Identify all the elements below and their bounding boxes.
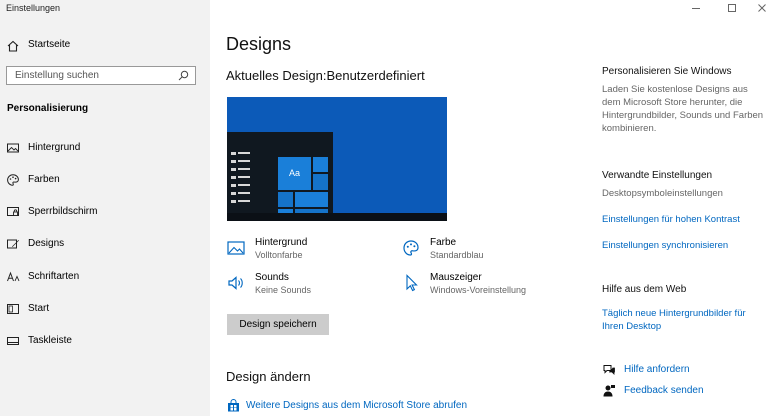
store-icon — [228, 399, 239, 412]
cursor-icon — [406, 274, 418, 292]
sidebar-item-hintergrund[interactable]: Hintergrund — [0, 137, 210, 159]
sidebar-item-label: Start — [28, 303, 50, 314]
setting-value: Standardblau — [430, 250, 484, 260]
image-icon — [7, 143, 19, 153]
search-input[interactable]: Einstellung suchen — [6, 66, 196, 85]
sidebar-item-sperrbildschirm[interactable]: Sperrbildschirm — [0, 201, 210, 223]
home-icon — [7, 40, 19, 52]
setting-hintergrund[interactable]: Hintergrund Volltonfarbe — [227, 237, 387, 265]
get-help-label: Hilfe anfordern — [624, 364, 690, 375]
save-design-button[interactable]: Design speichern — [227, 314, 329, 335]
help-chat-icon — [603, 365, 615, 375]
setting-value: Volltonfarbe — [255, 250, 303, 260]
taskbar-icon — [7, 337, 19, 345]
sync-settings-link[interactable]: Einstellungen synchronisieren — [602, 239, 767, 252]
sidebar-item-label: Farben — [28, 174, 60, 185]
web-help-heading: Hilfe aus dem Web — [602, 284, 687, 295]
palette-icon — [403, 240, 419, 256]
fonts-icon — [7, 271, 20, 282]
design-preview-graphic — [227, 97, 447, 221]
setting-sounds[interactable]: Sounds Keine Sounds — [227, 272, 387, 300]
personalize-text: Laden Sie kostenlose Designs aus dem Mic… — [602, 84, 764, 134]
setting-mauszeiger[interactable]: Mauszeiger Windows-Voreinstellung — [402, 272, 572, 300]
window-title: Einstellungen — [6, 3, 61, 13]
desktop-icon-settings-text: Desktopsymboleinstellungen — [602, 188, 723, 199]
current-design-heading: Aktuelles Design:Benutzerdefiniert — [226, 68, 425, 83]
sidebar-item-taskleiste[interactable]: Taskleiste — [0, 330, 210, 352]
sidebar-item-start[interactable]: Start — [0, 298, 210, 320]
maximize-icon — [728, 4, 736, 12]
sidebar-item-label: Taskleiste — [28, 335, 72, 346]
setting-value: Keine Sounds — [255, 285, 312, 295]
feedback-icon — [603, 385, 615, 397]
maximize-button[interactable] — [726, 2, 738, 14]
designs-icon — [7, 239, 19, 249]
sidebar-home-label: Startseite — [28, 39, 71, 50]
setting-farbe[interactable]: Farbe Standardblau — [402, 237, 572, 265]
setting-title: Mauszeiger — [430, 272, 482, 283]
setting-title: Farbe — [430, 237, 457, 248]
close-icon — [758, 4, 766, 12]
speaker-icon — [228, 276, 243, 290]
send-feedback-label: Feedback senden — [624, 385, 704, 396]
close-button[interactable] — [756, 2, 768, 14]
daily-wallpapers-link[interactable]: Täglich neue Hintergrundbilder für Ihren… — [602, 307, 767, 333]
sidebar-item-label: Schriftarten — [28, 271, 80, 282]
minimize-icon — [692, 8, 700, 9]
preview-tile-label: Aa — [289, 168, 301, 178]
high-contrast-link[interactable]: Einstellungen für hohen Kontrast — [602, 213, 767, 226]
personalize-heading: Personalisieren Sie Windows — [602, 66, 732, 77]
related-settings-heading: Verwandte Einstellungen — [602, 170, 713, 181]
sidebar-item-farben[interactable]: Farben — [0, 169, 210, 191]
setting-value: Windows-Voreinstellung — [430, 285, 527, 295]
sidebar: Einstellungen Startseite Einstellung suc… — [0, 0, 210, 416]
search-placeholder: Einstellung suchen — [15, 70, 99, 81]
setting-title: Hintergrund — [255, 237, 308, 248]
sidebar-item-label: Designs — [28, 238, 65, 249]
sidebar-item-label: Hintergrund — [28, 142, 81, 153]
sidebar-section-title: Personalisierung — [7, 103, 89, 114]
page-title: Designs — [226, 34, 292, 54]
setting-title: Sounds — [255, 272, 289, 283]
sidebar-item-schriftarten[interactable]: Schriftarten — [0, 266, 210, 288]
sidebar-item-label: Sperrbildschirm — [28, 206, 98, 217]
design-preview: Aa — [227, 97, 447, 221]
palette-icon — [7, 174, 19, 186]
start-icon — [7, 304, 19, 314]
image-icon — [227, 241, 245, 255]
sidebar-item-home[interactable]: Startseite — [0, 36, 210, 56]
search-icon — [178, 70, 189, 81]
change-design-heading: Design ändern — [226, 369, 311, 384]
sidebar-item-designs[interactable]: Designs — [0, 233, 210, 255]
lock-screen-icon — [7, 207, 19, 216]
minimize-button[interactable] — [690, 2, 702, 14]
store-link-label: Weitere Designs aus dem Microsoft Store … — [246, 400, 468, 411]
